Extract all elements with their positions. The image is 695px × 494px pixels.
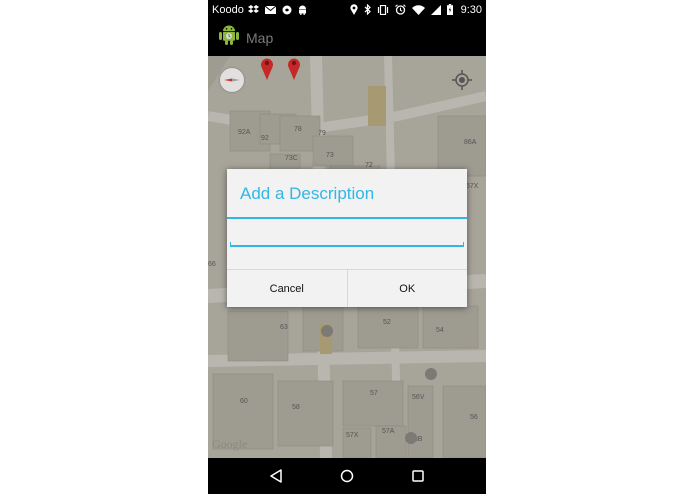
ok-button[interactable]: OK xyxy=(346,270,468,307)
alarm-icon xyxy=(394,4,406,15)
action-bar: Map xyxy=(208,19,486,56)
bluetooth-icon xyxy=(364,4,371,15)
home-icon[interactable] xyxy=(335,464,359,488)
signal-icon xyxy=(430,4,441,15)
mail-icon xyxy=(264,5,276,14)
location-icon xyxy=(349,4,358,15)
app-icon xyxy=(282,5,292,15)
dialog-title: Add a Description xyxy=(240,184,375,203)
cancel-button[interactable]: Cancel xyxy=(227,270,347,307)
app-title: Map xyxy=(246,29,274,46)
status-clock: 9:30 xyxy=(460,3,482,16)
add-description-dialog: Add a Description Cancel OK xyxy=(227,169,467,307)
status-bar: Koodo 9:30 xyxy=(208,0,486,19)
dialog-button-row: Cancel OK xyxy=(227,269,467,307)
android-icon xyxy=(298,5,307,15)
carrier-name: Koodo xyxy=(212,3,244,16)
dialog-title-divider xyxy=(227,217,467,219)
android-icon[interactable] xyxy=(218,24,240,51)
vibrate-icon xyxy=(377,4,389,15)
phone-screen: Koodo 9:30 Map 92A 92 78 79 73C 73 72 86… xyxy=(208,0,486,494)
recents-icon[interactable] xyxy=(406,464,430,488)
navigation-bar xyxy=(208,458,486,494)
back-icon[interactable] xyxy=(264,464,288,488)
battery-icon xyxy=(446,4,453,15)
input-underline xyxy=(230,242,464,247)
wifi-icon xyxy=(411,4,425,15)
dropbox-icon xyxy=(247,4,259,15)
description-input[interactable] xyxy=(230,227,464,247)
